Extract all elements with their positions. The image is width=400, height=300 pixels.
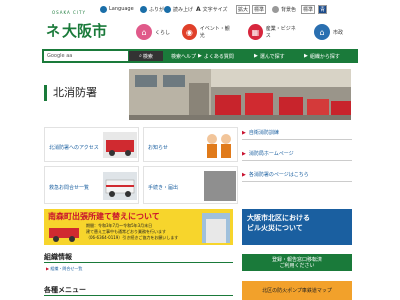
chevron-right-icon: ▶ xyxy=(254,53,258,59)
section-divider xyxy=(44,262,233,263)
relocation-banner[interactable]: 南森町出張所建て替えについて 期間：令和3年7月～令和5年3月末日 建て替え工事… xyxy=(44,209,233,245)
chevron-right-icon: ▶ xyxy=(242,129,246,136)
government-icon: ⌂ xyxy=(314,24,330,40)
speaker-icon xyxy=(164,5,171,13)
enlarge-button[interactable]: 拡大 xyxy=(236,4,251,14)
select-search-link[interactable]: ▶ 選んで探す xyxy=(254,51,285,61)
bg-blue-button[interactable]: 青 xyxy=(318,4,328,14)
site-logo[interactable]: ネ大阪市 xyxy=(46,20,107,41)
search-input[interactable]: Google aa xyxy=(44,51,128,61)
section-divider xyxy=(44,295,233,296)
nav-events[interactable]: ◉ イベント・観光 xyxy=(182,22,232,42)
access-card[interactable]: 北消防署へのアクセス xyxy=(44,127,139,162)
search-help-link[interactable]: 検索ヘルプ xyxy=(171,51,196,61)
osaka-city-mark-icon: ネ xyxy=(46,23,60,40)
furigana-icon xyxy=(140,5,147,13)
title-accent xyxy=(44,85,47,101)
building-icon: ▦ xyxy=(248,24,263,40)
logo-romaji: OSAKA CITY xyxy=(52,10,86,15)
search-icon: ⌕ xyxy=(139,53,142,59)
firefighter-illustration xyxy=(207,134,231,158)
pump-map-banner[interactable]: 北区の防火ポンプ車鉄道マップ xyxy=(242,281,352,300)
language-link[interactable]: Language xyxy=(100,4,134,14)
fire-station-illustration xyxy=(129,69,351,120)
ambulance-image xyxy=(103,172,137,200)
text-size-icon: A xyxy=(196,5,201,13)
fire-truck-icon xyxy=(49,228,79,242)
procedures-card[interactable]: 手続き・届出 xyxy=(143,166,238,204)
right-link-drill[interactable]: ▶ 自衛消防訓練 xyxy=(242,126,352,140)
menu-heading: 各種メニュー xyxy=(44,286,86,294)
chevron-right-icon: ▶ xyxy=(242,150,246,157)
read-aloud-link[interactable]: 読み上げ xyxy=(164,4,193,14)
bg-standard-button[interactable]: 標準 xyxy=(301,4,316,14)
globe-icon xyxy=(100,5,107,13)
standard-size-button[interactable]: 標準 xyxy=(252,4,267,14)
palette-icon xyxy=(272,5,279,13)
chevron-right-icon: ▶ xyxy=(242,171,246,178)
right-link-fire-bureau[interactable]: ▶ 消防局ホームページ xyxy=(242,147,352,161)
org-list-link[interactable]: ▶ 組織・問合せ一覧 xyxy=(46,266,82,272)
building-image xyxy=(202,213,230,243)
news-card[interactable]: お知らせ xyxy=(143,127,238,162)
faq-link[interactable]: ▶ よくある質問 xyxy=(198,51,234,61)
bg-color-label: 背景色 xyxy=(272,4,296,14)
chevron-right-icon: ▶ xyxy=(198,53,202,59)
home-icon: ⌂ xyxy=(136,24,152,40)
right-link-stations[interactable]: ▶ 各消防署のページはこちら xyxy=(242,168,352,182)
camera-icon: ◉ xyxy=(182,24,197,40)
page-title: 北消防署 xyxy=(53,86,97,99)
registration-banner[interactable]: 登録・報告窓口移転済 ご利用ください xyxy=(242,254,352,271)
org-search-link[interactable]: ▶ 組織から探す xyxy=(304,51,340,61)
inquiry-card[interactable]: 救急お問合せ一覧 xyxy=(44,166,139,204)
fire-station-photo xyxy=(129,69,351,120)
text-size-label: A 文字サイズ xyxy=(196,5,228,13)
document-image xyxy=(204,171,236,201)
search-button[interactable]: ⌕ 検索 xyxy=(129,51,163,61)
fire-truck-image xyxy=(103,132,137,158)
chevron-right-icon: ▶ xyxy=(304,53,308,59)
nav-living[interactable]: ⌂ くらし xyxy=(136,22,186,42)
fire-incident-banner[interactable]: 大阪市北区における ビル火災について xyxy=(242,209,352,245)
org-info-heading: 組織情報 xyxy=(44,253,72,261)
nav-business[interactable]: ▦ 産業・ビジネス xyxy=(248,22,298,42)
nav-government[interactable]: ⌂ 市政 xyxy=(314,22,364,42)
